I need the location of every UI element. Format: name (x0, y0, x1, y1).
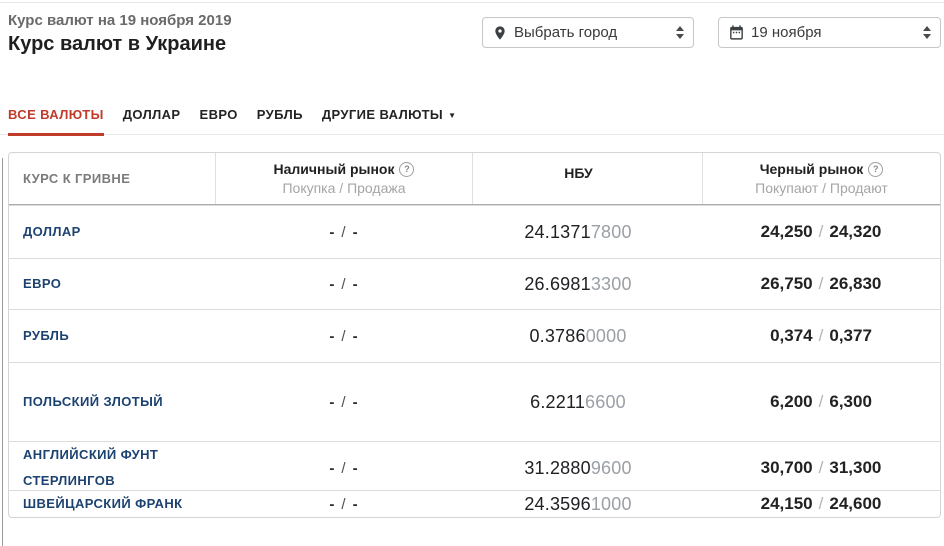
table-row: ДОЛЛАР -/- 24.13717800 24,250/24,320 (9, 205, 940, 258)
currency-link-ruble[interactable]: РУБЛЬ (23, 323, 69, 349)
city-select-value: Выбрать город (514, 24, 676, 41)
table-row: РУБЛЬ -/- 0.37860000 0,374/0,377 (9, 309, 940, 362)
black-market-value: 6,200/6,300 (702, 363, 940, 441)
black-market-value: 24,150/24,600 (702, 491, 940, 517)
chevron-up-icon (676, 26, 684, 31)
left-edge-line (2, 158, 3, 546)
tab-dollar[interactable]: ДОЛЛАР (123, 98, 181, 134)
tab-ruble[interactable]: РУБЛЬ (257, 98, 303, 134)
dropdown-arrow-icon: ▼ (448, 111, 456, 120)
column-header-nbu: НБУ (472, 153, 702, 204)
cash-market-value: -/- (215, 259, 472, 309)
cash-market-value: -/- (215, 310, 472, 362)
nbu-rate-value: 24.35961000 (472, 491, 702, 517)
column-subheader-cash: Покупка / Продажа (282, 179, 405, 198)
tab-other-currencies[interactable]: ДРУГИЕ ВАЛЮТЫ▼ (322, 98, 457, 134)
cash-market-value: -/- (215, 363, 472, 441)
black-market-value: 0,374/0,377 (702, 310, 940, 362)
table-header: КУРС К ГРИВНЕ Наличный рынок? Покупка / … (9, 153, 940, 205)
nbu-rate-value: 24.13717800 (472, 206, 702, 258)
currency-link-zloty[interactable]: ПОЛЬСКИЙ ЗЛОТЫЙ (23, 389, 163, 415)
calendar-icon (728, 24, 745, 41)
column-header-currency: КУРС К ГРИВНЕ (9, 153, 215, 204)
table-row: АНГЛИЙСКИЙ ФУНТ СТЕРЛИНГОВ -/- 31.288096… (9, 441, 940, 490)
cash-market-value: -/- (215, 442, 472, 494)
chevron-down-icon (923, 34, 931, 39)
date-select-value: 19 ноября (751, 24, 923, 41)
column-header-black-market: Черный рынок? Покупают / Продают (702, 153, 940, 204)
currency-link-pound[interactable]: АНГЛИЙСКИЙ ФУНТ СТЕРЛИНГОВ (23, 442, 201, 494)
date-select[interactable]: 19 ноября (718, 17, 941, 48)
nbu-rate-value: 0.37860000 (472, 310, 702, 362)
currency-link-franc[interactable]: ШВЕЙЦАРСКИЙ ФРАНК (23, 491, 182, 517)
black-market-value: 30,700/31,300 (702, 442, 940, 494)
black-market-value: 26,750/26,830 (702, 259, 940, 309)
location-pin-icon (492, 25, 508, 41)
page-subtitle: Курс валют на 19 ноября 2019 (8, 12, 232, 29)
help-icon[interactable]: ? (399, 162, 414, 177)
tab-euro[interactable]: ЕВРО (200, 98, 238, 134)
black-market-value: 24,250/24,320 (702, 206, 940, 258)
column-header-cash-market: Наличный рынок? Покупка / Продажа (215, 153, 472, 204)
page-title: Курс валют в Украине (8, 33, 226, 56)
date-select-spinner[interactable] (923, 24, 931, 41)
currency-link-dollar[interactable]: ДОЛЛАР (23, 219, 81, 245)
rates-table: КУРС К ГРИВНЕ Наличный рынок? Покупка / … (8, 152, 941, 518)
cash-market-value: -/- (215, 206, 472, 258)
table-row: ЕВРО -/- 26.69813300 26,750/26,830 (9, 258, 940, 309)
help-icon[interactable]: ? (868, 162, 883, 177)
currency-link-euro[interactable]: ЕВРО (23, 271, 61, 297)
column-subheader-black: Покупают / Продают (755, 179, 888, 198)
nbu-rate-value: 26.69813300 (472, 259, 702, 309)
chevron-down-icon (676, 34, 684, 39)
chevron-up-icon (923, 26, 931, 31)
city-select-spinner[interactable] (676, 24, 684, 41)
table-row: ПОЛЬСКИЙ ЗЛОТЫЙ -/- 6.22116600 6,200/6,3… (9, 362, 940, 441)
city-select[interactable]: Выбрать город (482, 17, 694, 48)
page-top-divider (0, 2, 944, 3)
cash-market-value: -/- (215, 491, 472, 517)
currency-tabs: ВСЕ ВАЛЮТЫ ДОЛЛАР ЕВРО РУБЛЬ ДРУГИЕ ВАЛЮ… (0, 98, 944, 135)
table-row: ШВЕЙЦАРСКИЙ ФРАНК -/- 24.35961000 24,150… (9, 490, 940, 517)
nbu-rate-value: 6.22116600 (472, 363, 702, 441)
tab-all-currencies[interactable]: ВСЕ ВАЛЮТЫ (8, 98, 104, 134)
nbu-rate-value: 31.28809600 (472, 442, 702, 494)
